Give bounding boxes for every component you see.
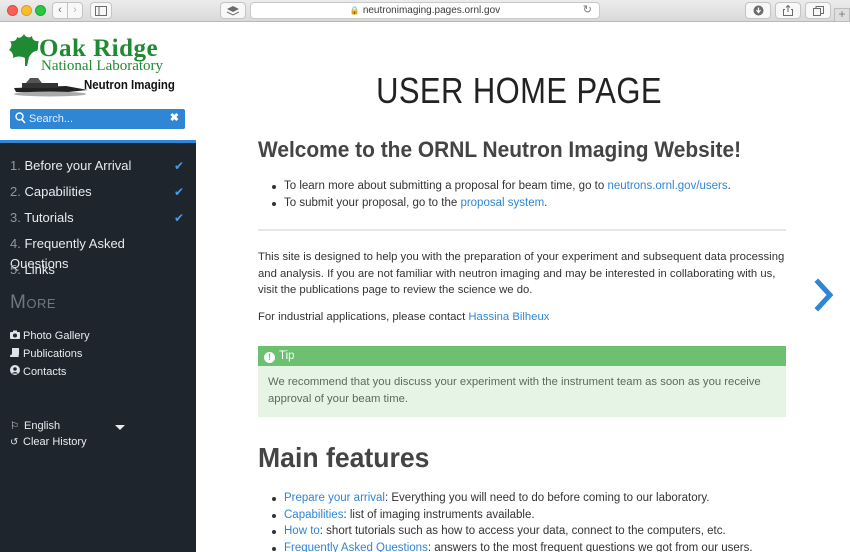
industrial-paragraph: For industrial applications, please cont… xyxy=(258,309,786,326)
sidebar-item-number: 3. xyxy=(10,210,21,225)
how-to-link[interactable]: How to xyxy=(284,525,320,537)
sidebar-item-label: Tutorials xyxy=(24,210,74,225)
user-icon xyxy=(10,365,23,380)
search-box: ✖ xyxy=(10,109,185,129)
prepare-arrival-link[interactable]: Prepare your arrival xyxy=(284,492,385,504)
sidebar-item-label: Before your Arrival xyxy=(24,158,132,173)
translate-icon: ⚐ xyxy=(10,421,19,432)
list-item: Frequently Asked Questions: answers to t… xyxy=(272,540,753,552)
contacts-label: Contacts xyxy=(23,366,67,378)
more-heading: More xyxy=(10,292,56,313)
sidebar-item-links[interactable]: 5. Links xyxy=(10,260,186,280)
list-item: How to: short tutorials such as how to a… xyxy=(272,523,753,540)
section-divider xyxy=(258,229,786,231)
sidebar-item-tutorials[interactable]: 3. Tutorials ✔ xyxy=(10,208,186,228)
publications-link[interactable]: Publications xyxy=(9,347,83,362)
language-label: English xyxy=(24,420,61,432)
photo-gallery-link[interactable]: Photo Gallery xyxy=(10,329,90,344)
proposal-system-link[interactable]: proposal system xyxy=(460,197,544,209)
page-title: USER HOME PAGE xyxy=(376,70,662,111)
list-item: To submit your proposal, go to the propo… xyxy=(272,195,731,212)
feature-text: : Everything you will need to do before … xyxy=(384,492,710,504)
publications-label: Publications xyxy=(23,348,83,360)
brand-neutron-imaging: Neutron Imaging xyxy=(84,77,175,92)
sidebar-nav: 1. Before your Arrival ✔ 2. Capabilities… xyxy=(0,143,196,552)
neutrons-users-link[interactable]: neutrons.ornl.gov/users xyxy=(607,180,727,192)
search-input[interactable] xyxy=(29,111,169,127)
address-bar[interactable]: 🔒 neutronimaging.pages.ornl.gov ↻ xyxy=(250,2,600,19)
welcome-heading: Welcome to the ORNL Neutron Imaging Webs… xyxy=(258,137,742,162)
clear-history-link[interactable]: ↺ Clear History xyxy=(10,435,87,450)
feature-text: : short tutorials such as how to access … xyxy=(319,525,726,537)
bullet-text-end: . xyxy=(544,196,548,209)
sidebar-item-before-your-arrival[interactable]: 1. Before your Arrival ✔ xyxy=(10,156,186,176)
brand-national-laboratory: National Laboratory xyxy=(41,58,164,74)
bullet-text: To submit your proposal, go to the xyxy=(284,196,461,209)
check-icon: ✔ xyxy=(173,211,184,225)
back-icon[interactable]: ‹ xyxy=(52,2,68,19)
photo-gallery-label: Photo Gallery xyxy=(23,330,90,342)
zoom-window-icon[interactable] xyxy=(35,5,46,16)
share-icon[interactable] xyxy=(775,2,801,19)
sidebar-item-faq[interactable]: 4. Frequently Asked Questions xyxy=(10,234,186,271)
reader-icon[interactable] xyxy=(220,2,246,19)
tip-body: We recommend that you discuss your exper… xyxy=(258,366,786,417)
brand-header: Oak Ridge National Laboratory Neutron Im… xyxy=(0,22,196,140)
clear-search-icon[interactable]: ✖ xyxy=(170,111,179,124)
sidebar-item-capabilities[interactable]: 2. Capabilities ✔ xyxy=(10,182,186,202)
bullet-text: To learn more about submitting a proposa… xyxy=(284,180,608,192)
main-content: USER HOME PAGE Welcome to the ORNL Neutr… xyxy=(196,22,850,552)
feature-text: : list of imaging instruments available. xyxy=(343,508,535,521)
sidebar-toggle-icon[interactable] xyxy=(90,2,112,19)
sidebar: Oak Ridge National Laboratory Neutron Im… xyxy=(0,22,196,552)
contacts-link[interactable]: Contacts xyxy=(10,365,66,380)
reload-icon[interactable]: ↻ xyxy=(583,3,592,18)
history-icon: ↺ xyxy=(10,437,19,448)
search-icon xyxy=(15,112,26,124)
faq-link[interactable]: Frequently Asked Questions xyxy=(284,542,428,552)
sidebar-item-number: 4. xyxy=(10,236,21,251)
intro-paragraph: This site is designed to help you with t… xyxy=(258,251,785,296)
next-page-chevron-icon[interactable] xyxy=(814,278,836,312)
list-item: Prepare your arrival: Everything you wil… xyxy=(272,490,753,507)
check-icon: ✔ xyxy=(173,159,184,173)
tabs-overview-icon[interactable] xyxy=(805,2,831,19)
new-tab-icon[interactable]: + xyxy=(834,8,850,22)
sidebar-item-number: 2. xyxy=(10,184,21,199)
language-select[interactable]: ⚐ English xyxy=(10,419,125,434)
welcome-list: To learn more about submitting a proposa… xyxy=(272,178,731,212)
book-icon xyxy=(9,347,23,362)
caret-down-icon xyxy=(115,425,125,430)
clear-history-label: Clear History xyxy=(23,436,87,448)
sidebar-item-label: Capabilities xyxy=(24,184,92,199)
lock-icon: 🔒 xyxy=(349,6,360,15)
download-icon[interactable] xyxy=(745,2,771,19)
main-features-heading: Main features xyxy=(258,442,430,473)
industrial-text: For industrial applications, please cont… xyxy=(258,311,469,323)
url-text: neutronimaging.pages.ornl.gov xyxy=(362,5,501,16)
features-list: Prepare your arrival: Everything you wil… xyxy=(272,490,753,552)
hassina-bilheux-link[interactable]: Hassina Bilheux xyxy=(468,311,549,323)
exclamation-icon: ! xyxy=(264,352,275,363)
minimize-window-icon[interactable] xyxy=(21,5,32,16)
tip-header: ! Tip xyxy=(258,346,786,366)
close-window-icon[interactable] xyxy=(7,5,18,16)
bullet-text-end: . xyxy=(727,180,731,192)
check-icon: ✔ xyxy=(173,185,184,199)
sidebar-item-number: 1. xyxy=(10,158,21,173)
sidebar-item-number: 5. xyxy=(10,262,21,277)
feature-text: : answers to the most frequent questions… xyxy=(427,541,753,552)
camera-icon xyxy=(10,329,23,344)
list-item: To learn more about submitting a proposa… xyxy=(272,178,731,195)
browser-toolbar: ‹ › 🔒 neutronimaging.pages.ornl.gov ↻ + xyxy=(0,0,850,22)
tip-title: Tip xyxy=(279,350,295,362)
sidebar-item-label: Links xyxy=(24,262,55,277)
forward-icon[interactable]: › xyxy=(67,2,83,19)
capabilities-link[interactable]: Capabilities xyxy=(284,509,343,521)
list-item: Capabilities: list of imaging instrument… xyxy=(272,507,753,524)
